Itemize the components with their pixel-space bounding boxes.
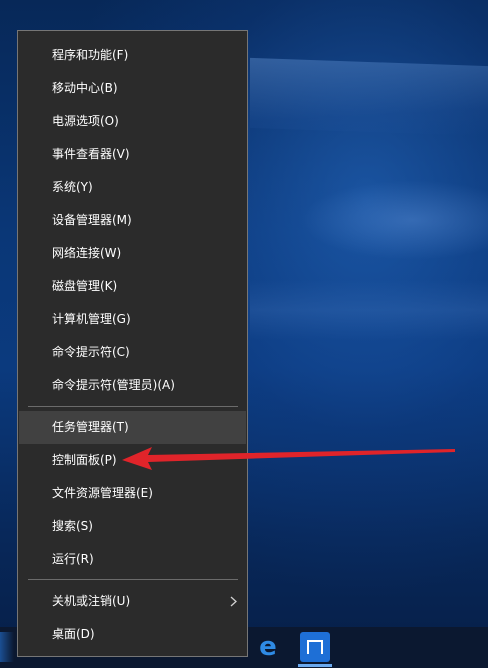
menu-separator (28, 579, 238, 580)
taskbar-active-indicator (298, 664, 332, 667)
menu-item-search[interactable]: 搜索(S) (19, 510, 246, 543)
menu-item-shutdown-label: 关机或注销(U) (52, 594, 131, 608)
menu-item-device-manager[interactable]: 设备管理器(M) (19, 204, 246, 237)
edge-browser-icon[interactable]: e (255, 633, 281, 661)
maxthon-logo-shape (307, 640, 323, 654)
menu-item-power-options[interactable]: 电源选项(O) (19, 105, 246, 138)
wallpaper-light-beam (250, 57, 488, 137)
winx-context-menu: 程序和功能(F) 移动中心(B) 电源选项(O) 事件查看器(V) 系统(Y) … (17, 30, 248, 657)
menu-item-task-manager[interactable]: 任务管理器(T) (19, 411, 246, 444)
maxthon-browser-icon[interactable] (300, 632, 330, 662)
start-button-edge[interactable] (0, 632, 14, 662)
menu-item-command-prompt-admin[interactable]: 命令提示符(管理员)(A) (19, 369, 246, 402)
chevron-right-icon (229, 596, 238, 607)
menu-item-event-viewer[interactable]: 事件查看器(V) (19, 138, 246, 171)
menu-item-system[interactable]: 系统(Y) (19, 171, 246, 204)
menu-item-shutdown-signout[interactable]: 关机或注销(U) (19, 585, 246, 618)
menu-item-control-panel[interactable]: 控制面板(P) (19, 444, 246, 477)
wallpaper-glow (300, 180, 488, 260)
menu-item-network-connections[interactable]: 网络连接(W) (19, 237, 246, 270)
menu-item-file-explorer[interactable]: 文件资源管理器(E) (19, 477, 246, 510)
menu-item-command-prompt[interactable]: 命令提示符(C) (19, 336, 246, 369)
wallpaper-light-beam-lower (250, 280, 488, 340)
menu-item-run[interactable]: 运行(R) (19, 543, 246, 576)
menu-item-programs-features[interactable]: 程序和功能(F) (19, 39, 246, 72)
menu-separator (28, 406, 238, 407)
menu-item-computer-management[interactable]: 计算机管理(G) (19, 303, 246, 336)
menu-item-mobility-center[interactable]: 移动中心(B) (19, 72, 246, 105)
menu-item-desktop[interactable]: 桌面(D) (19, 618, 246, 651)
menu-item-disk-management[interactable]: 磁盘管理(K) (19, 270, 246, 303)
